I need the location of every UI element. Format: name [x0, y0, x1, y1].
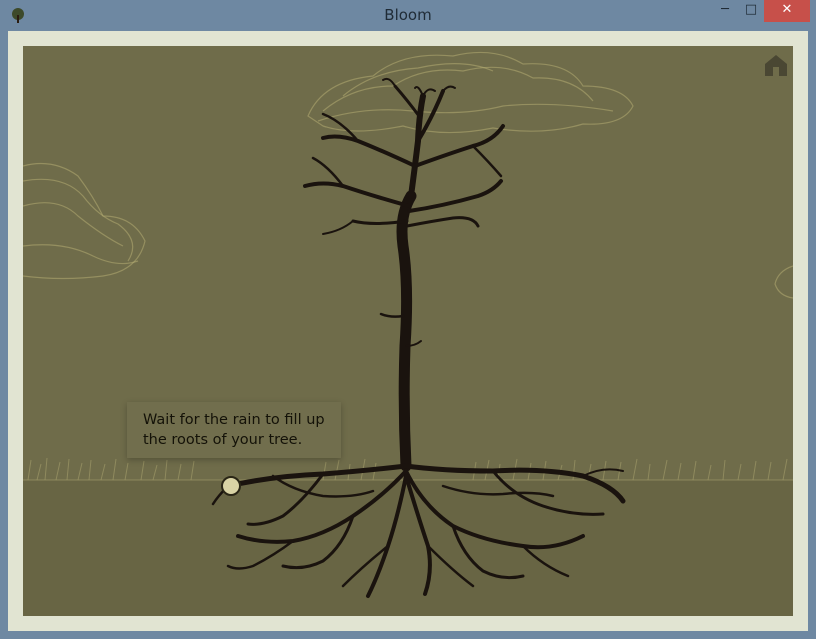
cloud-left [23, 163, 146, 280]
app-window: Bloom ─ □ ✕ Wait for the rain to fill up… [0, 0, 816, 639]
hint-text: Wait for the rain to fill up the roots o… [143, 410, 343, 450]
cloud-top [307, 51, 634, 134]
title-bar[interactable]: Bloom ─ □ ✕ [0, 0, 816, 30]
window-title: Bloom [384, 6, 432, 24]
home-icon[interactable] [763, 52, 789, 78]
water-drop[interactable] [221, 476, 241, 496]
minimize-button[interactable]: ─ [712, 0, 738, 22]
close-button[interactable]: ✕ [764, 0, 810, 22]
hint-line-2: the roots of your tree. [143, 432, 303, 448]
hint-tooltip: Wait for the rain to fill up the roots o… [127, 402, 341, 458]
maximize-button[interactable]: □ [738, 0, 764, 22]
cloud-right-edge [774, 265, 793, 299]
hint-line-1: Wait for the rain to fill up [143, 412, 325, 428]
game-canvas[interactable]: Wait for the rain to fill up the roots o… [23, 46, 793, 616]
roots [211, 463, 626, 598]
scene-illustration [23, 51, 793, 598]
